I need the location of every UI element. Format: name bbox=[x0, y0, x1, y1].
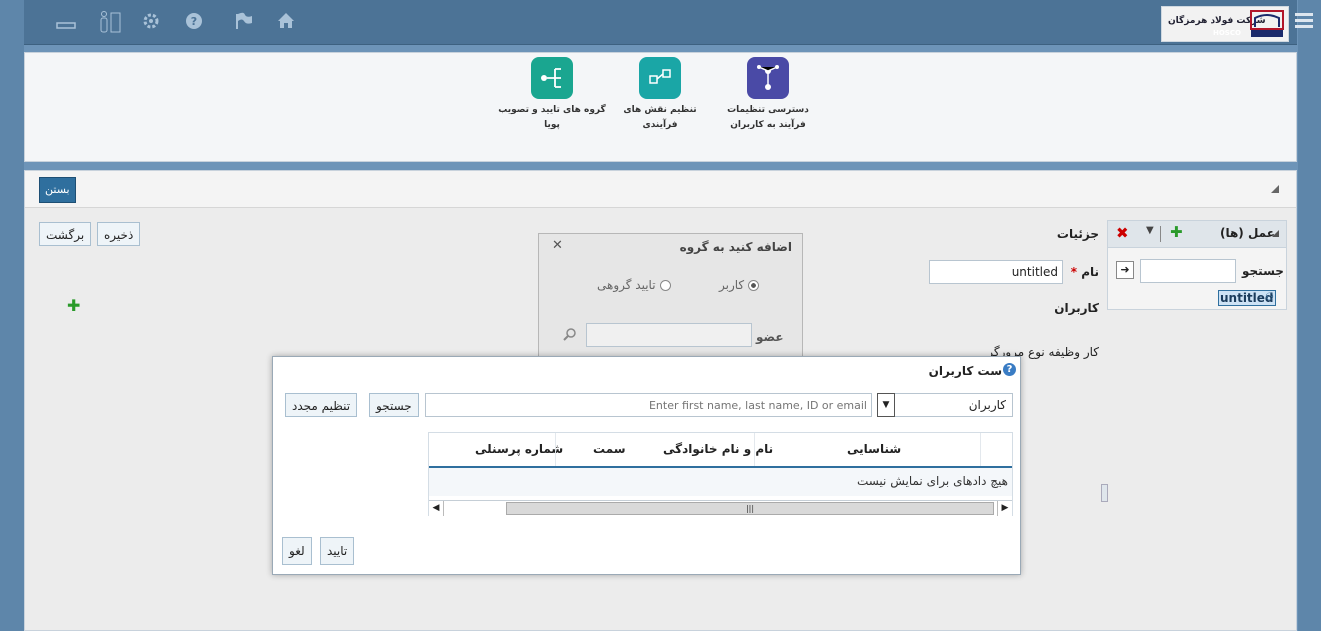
dialog-title: ست کاربران bbox=[928, 364, 1002, 378]
back-button[interactable]: برگشت bbox=[39, 222, 92, 246]
empty-row: هیچ دادهای برای نمایش نیست bbox=[429, 468, 1012, 496]
scroll-thumb[interactable]: ||| bbox=[506, 502, 994, 515]
ribbon-toolbar: دسترسی تنظیمات فرآیند به کاربران تنظیم ن… bbox=[24, 52, 1297, 162]
go-arrow-icon[interactable]: ➜ bbox=[1116, 261, 1134, 279]
users-grid: شناسایی نام و نام خانوادگی سمت شماره پرس… bbox=[428, 432, 1013, 517]
ribbon-label: گروه های تایید و تصویب پویا bbox=[498, 105, 606, 130]
hosco-logo-icon bbox=[1250, 10, 1284, 37]
dialog-title: اضافه کنید به گروه bbox=[679, 240, 792, 254]
search-input[interactable] bbox=[1140, 259, 1236, 283]
col-divider bbox=[980, 433, 981, 466]
splitter-handle[interactable] bbox=[1101, 484, 1108, 502]
save-button[interactable]: ذخیره bbox=[97, 222, 141, 246]
settings-gear-icon[interactable] bbox=[140, 10, 162, 32]
col-personnel-number[interactable]: شماره پرسنلی bbox=[475, 433, 563, 465]
home-icon[interactable] bbox=[275, 10, 297, 32]
ribbon-label: دسترسی تنظیمات فرآیند به کاربران bbox=[727, 105, 809, 130]
ribbon-label: تنظیم نقش های فرآیندی bbox=[623, 105, 697, 130]
scope-select[interactable]: کاربران bbox=[887, 393, 1013, 417]
details-title: جزئیات bbox=[1056, 227, 1099, 241]
horizontal-scrollbar[interactable]: ◀ ||| ▶ bbox=[429, 500, 1012, 517]
search-input[interactable] bbox=[425, 393, 872, 417]
network-icon bbox=[747, 57, 789, 99]
top-bar: ? شرکت فولاد هرمزگان bbox=[24, 0, 1313, 45]
radio-checked-icon bbox=[748, 279, 760, 291]
restroom-icon[interactable] bbox=[97, 10, 121, 33]
grid-header: شناسایی نام و نام خانوادگی سمت شماره پرس… bbox=[429, 433, 1012, 468]
left-frame bbox=[0, 0, 24, 631]
logo-text: HOSCO bbox=[1213, 29, 1241, 37]
actions-panel: ✖ ▼ ✚ عمل (ها) جستجو ➜ untitled ⚇ bbox=[1107, 220, 1287, 310]
ribbon-approval-groups-button[interactable]: گروه های تایید و تصویب پویا bbox=[497, 57, 607, 133]
radio-unchecked-icon bbox=[659, 279, 671, 291]
ribbon-process-access-button[interactable]: دسترسی تنظیمات فرآیند به کاربران bbox=[713, 57, 823, 133]
ok-button[interactable]: تایید bbox=[320, 537, 355, 565]
reset-button[interactable]: تنظیم مجدد bbox=[285, 393, 358, 417]
radio-group-label: تایید گروهی bbox=[597, 278, 656, 292]
close-button[interactable]: بستن bbox=[39, 177, 76, 203]
branch-icon bbox=[531, 57, 573, 99]
empty-text: هیچ دادهای برای نمایش نیست bbox=[856, 474, 1008, 488]
help-icon[interactable]: ? bbox=[1003, 363, 1016, 376]
chevron-down-icon[interactable]: ▼ bbox=[877, 393, 895, 417]
actions-header: ✖ ▼ ✚ عمل (ها) bbox=[1108, 221, 1286, 248]
search-icon[interactable] bbox=[563, 328, 577, 345]
member-input[interactable] bbox=[586, 323, 752, 347]
radio-group-approval[interactable]: تایید گروهی bbox=[597, 278, 671, 292]
add-to-group-dialog: اضافه کنید به گروه ✕ کاربر تایید گروهی ع… bbox=[538, 233, 803, 357]
name-label-text: نام bbox=[1081, 265, 1099, 279]
scroll-left-icon[interactable]: ◀ bbox=[429, 501, 444, 516]
users-icon: ⚇ bbox=[1265, 292, 1274, 303]
close-icon[interactable]: ✕ bbox=[552, 238, 563, 253]
name-label: * نام bbox=[1063, 265, 1099, 279]
help-icon[interactable]: ? bbox=[183, 10, 205, 32]
add-icon[interactable]: ✚ bbox=[67, 296, 80, 315]
flag-icon[interactable] bbox=[233, 10, 255, 32]
panel-header: بستن bbox=[25, 171, 1296, 208]
col-full-name[interactable]: نام و نام خانوادگی bbox=[663, 433, 773, 465]
scroll-right-icon[interactable]: ▶ bbox=[997, 501, 1012, 516]
collapse-icon[interactable] bbox=[1271, 185, 1279, 193]
col-divider bbox=[754, 433, 755, 466]
member-label: عضو bbox=[756, 330, 784, 344]
search-label: جستجو bbox=[1242, 264, 1284, 278]
users-dialog: ست کاربران ? کاربران ▼ جستجو تنظیم مجدد … bbox=[272, 356, 1021, 575]
cancel-button[interactable]: لغو bbox=[282, 537, 312, 565]
minimize-icon[interactable] bbox=[55, 10, 77, 32]
svg-text:?: ? bbox=[191, 15, 197, 28]
delete-icon[interactable]: ✖ bbox=[1116, 224, 1129, 242]
add-icon[interactable]: ✚ bbox=[1170, 223, 1183, 241]
required-mark: * bbox=[1070, 265, 1077, 279]
col-position[interactable]: سمت bbox=[593, 433, 626, 465]
actions-title: عمل (ها) bbox=[1220, 226, 1275, 240]
name-input[interactable]: untitled bbox=[929, 260, 1063, 284]
collapse-icon[interactable] bbox=[1272, 230, 1279, 237]
chevron-down-icon[interactable]: ▼ bbox=[1146, 225, 1154, 236]
separator bbox=[1160, 226, 1161, 242]
workflow-roles-icon bbox=[639, 57, 681, 99]
radio-user[interactable]: کاربر bbox=[719, 278, 760, 292]
col-identifier[interactable]: شناسایی bbox=[847, 433, 901, 465]
right-frame bbox=[1298, 0, 1321, 631]
ribbon-process-roles-button[interactable]: تنظیم نقش های فرآیندی bbox=[605, 57, 715, 133]
radio-user-label: کاربر bbox=[719, 278, 745, 292]
menu-icon[interactable] bbox=[1295, 13, 1313, 29]
search-button[interactable]: جستجو bbox=[369, 393, 419, 417]
users-label: کاربران bbox=[1054, 301, 1099, 315]
col-divider bbox=[555, 433, 556, 466]
